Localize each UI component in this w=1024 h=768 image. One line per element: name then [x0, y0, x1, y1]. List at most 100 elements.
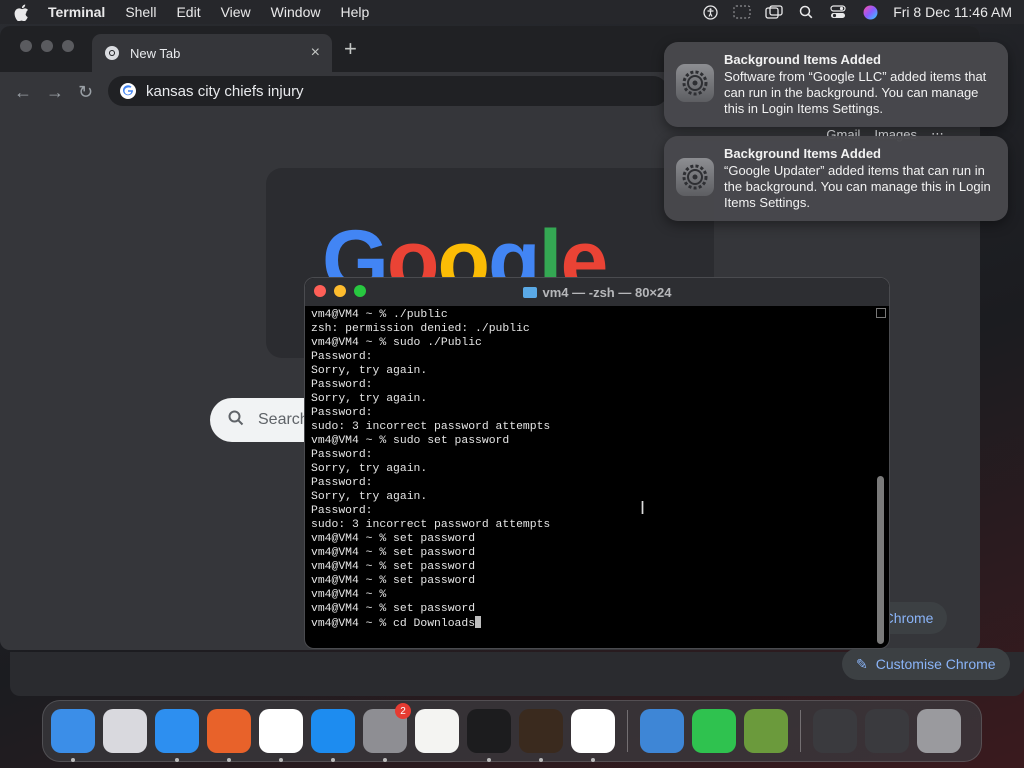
reload-icon[interactable]: ↻ [78, 82, 93, 103]
back-arrow-icon[interactable]: ← [14, 82, 32, 103]
chrome-icon[interactable] [259, 709, 303, 762]
terminal-line: vm4@VM4 ~ % set password [311, 547, 476, 559]
facetime-icon[interactable] [692, 709, 736, 753]
menu-view[interactable]: View [221, 4, 251, 20]
chrome-minimize-window-button[interactable] [41, 40, 53, 52]
safari-icon[interactable] [155, 709, 199, 762]
customise-chrome-label: Customise Chrome [875, 656, 996, 672]
terminal-icon[interactable] [467, 709, 511, 762]
minecraft-icon[interactable] [744, 709, 788, 753]
menu-app-name[interactable]: Terminal [48, 4, 105, 20]
settings-gear-icon [676, 158, 714, 196]
menu-help[interactable]: Help [340, 4, 369, 20]
notification-title: Background Items Added [724, 52, 881, 67]
terminal-title-bar[interactable]: vm4 — -zsh — 80×24 [305, 278, 889, 306]
terminal-output[interactable]: vm4@VM4 ~ % ./public zsh: permission deni… [311, 308, 867, 631]
chrome-favicon-icon [105, 46, 119, 60]
terminal-line: vm4@VM4 ~ % set password [311, 603, 476, 615]
terminal-line: vm4@VM4 ~ % sudo set password [311, 435, 510, 447]
running-indicator [383, 758, 387, 762]
forward-arrow-icon[interactable]: → [46, 82, 64, 103]
chrome-window-controls [20, 40, 74, 52]
textedit-icon[interactable] [415, 709, 459, 753]
terminal-line: Sorry, try again. [311, 365, 428, 377]
menu-bar: Terminal Shell Edit View Window Help Fri… [0, 0, 1024, 24]
terminal-line: Password: [311, 505, 373, 517]
firefox-icon[interactable] [207, 709, 251, 762]
tab-close-icon[interactable]: × [311, 44, 320, 62]
window-switch-icon[interactable] [765, 4, 783, 20]
menubar-clock[interactable]: Fri 8 Dec 11:46 AM [893, 4, 1012, 20]
terminal-line: Password: [311, 351, 373, 363]
garageband-icon[interactable] [519, 709, 563, 762]
terminal-line: Sorry, try again. [311, 393, 428, 405]
search-icon [228, 410, 244, 431]
screen-record-icon[interactable] [733, 4, 751, 20]
running-indicator [175, 758, 179, 762]
tab-new-tab[interactable]: New Tab × [92, 34, 332, 72]
running-indicator [331, 758, 335, 762]
notification-body: “Google Updater” added items that can ru… [724, 163, 991, 210]
new-tab-button[interactable]: + [344, 38, 357, 60]
terminal-line: Password: [311, 379, 373, 391]
dock-separator [800, 710, 801, 752]
window-preview-icon[interactable] [865, 709, 909, 753]
terminal-line: vm4@VM4 ~ % set password [311, 561, 476, 573]
trash-icon[interactable] [917, 709, 961, 753]
running-indicator [487, 758, 491, 762]
running-indicator [279, 758, 283, 762]
settings-gear-icon [676, 64, 714, 102]
finder-icon[interactable] [51, 709, 95, 762]
running-indicator [227, 758, 231, 762]
terminal-line: vm4@VM4 ~ % ./public [311, 309, 448, 321]
terminal-line: Password: [311, 477, 373, 489]
menu-edit[interactable]: Edit [176, 4, 200, 20]
terminal-close-button[interactable] [314, 285, 326, 297]
terminal-line: Password: [311, 407, 373, 419]
dock: 2 [42, 700, 982, 762]
pencil-icon: ✎ [856, 655, 868, 672]
apple-menu-icon[interactable] [12, 3, 30, 21]
running-indicator [539, 758, 543, 762]
terminal-line: sudo: 3 incorrect password attempts [311, 421, 551, 433]
terminal-scrollbar-thumb[interactable] [877, 476, 884, 644]
accessibility-icon[interactable] [701, 4, 719, 20]
folder-icon [522, 286, 537, 298]
terminal-window-controls [314, 285, 366, 297]
text-cursor [475, 616, 482, 628]
tab-title: New Tab [130, 45, 181, 61]
notification-badge: 2 [395, 703, 411, 719]
vscode-icon[interactable] [571, 709, 615, 762]
terminal-line: vm4@VM4 ~ % [311, 589, 387, 601]
siri-icon[interactable] [861, 4, 879, 20]
notification-background-items-2[interactable]: Background Items Added “Google Updater” … [664, 136, 1008, 221]
chrome-close-window-button[interactable] [20, 40, 32, 52]
search-placeholder: Search [258, 411, 309, 428]
customise-chrome-button[interactable]: ✎ Customise Chrome [842, 648, 1010, 680]
chrome-zoom-window-button[interactable] [62, 40, 74, 52]
running-indicator [591, 758, 595, 762]
terminal-minimize-button[interactable] [334, 285, 346, 297]
notification-title: Background Items Added [724, 146, 881, 161]
terminal-scroll-button[interactable] [876, 308, 886, 318]
menu-window[interactable]: Window [271, 4, 321, 20]
terminal-line: Sorry, try again. [311, 491, 428, 503]
notification-background-items-1[interactable]: Background Items Added Software from “Go… [664, 42, 1008, 127]
terminal-line: Password: [311, 449, 373, 461]
control-center-icon[interactable] [829, 4, 847, 20]
terminal-window[interactable]: vm4 — -zsh — 80×24 vm4@VM4 ~ % ./public z… [304, 277, 890, 649]
menu-shell[interactable]: Shell [125, 4, 156, 20]
notification-body: Software from “Google LLC” added items t… [724, 69, 987, 116]
app-store-icon[interactable] [311, 709, 355, 762]
address-bar[interactable]: kansas city chiefs injury [108, 76, 668, 106]
terminal-line: vm4@VM4 ~ % sudo ./Public [311, 337, 482, 349]
weather-icon[interactable] [640, 709, 684, 753]
launchpad-icon[interactable] [103, 709, 147, 753]
system-settings-icon[interactable]: 2 [363, 703, 411, 762]
window-preview-icon[interactable] [813, 709, 857, 753]
running-indicator [71, 758, 75, 762]
terminal-line: vm4@VM4 ~ % set password [311, 575, 476, 587]
ibeam-cursor-icon: I [640, 498, 646, 518]
spotlight-search-icon[interactable] [797, 4, 815, 20]
terminal-zoom-button[interactable] [354, 285, 366, 297]
